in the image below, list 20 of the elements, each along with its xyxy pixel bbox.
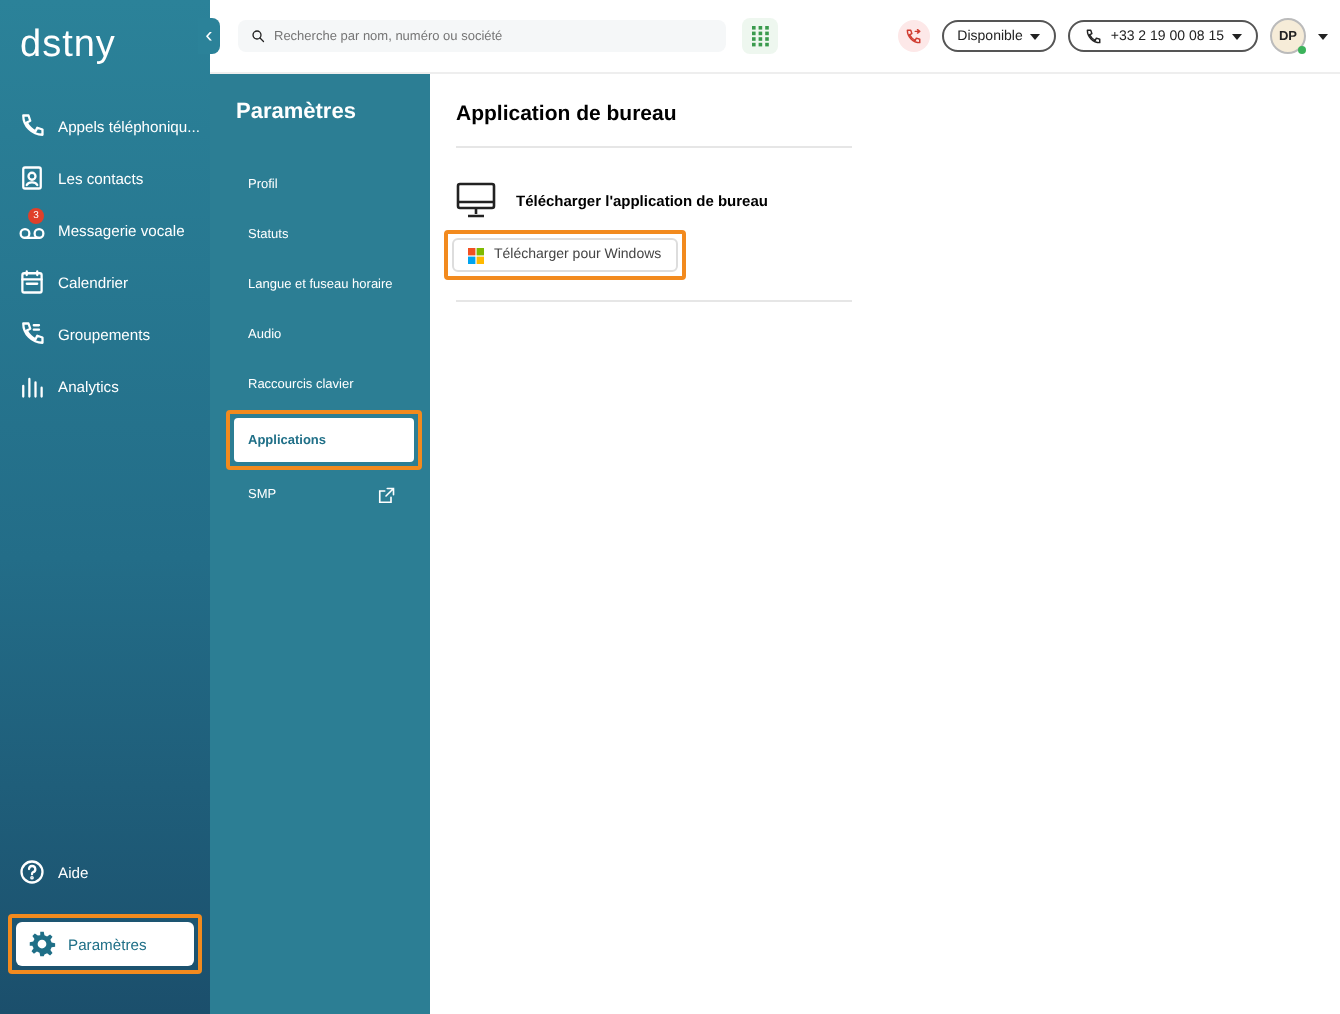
page-title: Application de bureau — [456, 102, 852, 148]
windows-logo-icon — [468, 247, 484, 263]
panel-title: Paramètres — [236, 100, 358, 124]
dialpad-icon — [751, 25, 769, 47]
phone-icon — [18, 112, 46, 140]
call-forward-button[interactable] — [897, 20, 930, 52]
caret-icon[interactable] — [1318, 33, 1328, 39]
monitor-icon — [456, 182, 496, 218]
bar-chart-icon — [18, 372, 46, 400]
dialpad-button[interactable] — [742, 18, 778, 54]
logo: dstny — [18, 22, 116, 70]
help-icon — [18, 858, 46, 886]
caret-icon — [1030, 33, 1041, 39]
settings-icon — [28, 930, 56, 958]
contact-card-icon — [18, 164, 46, 192]
caret-icon — [1232, 33, 1242, 39]
calendar-icon — [18, 268, 46, 296]
phone-list-icon — [18, 320, 46, 348]
phone-icon — [1084, 27, 1103, 45]
phone-forward-icon — [904, 27, 923, 45]
